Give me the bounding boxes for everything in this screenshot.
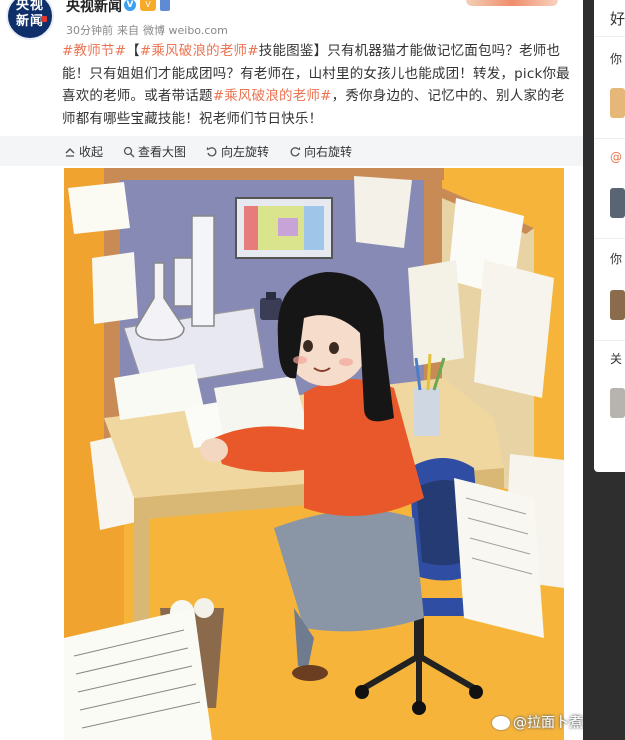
divider	[594, 138, 625, 139]
avatar[interactable]: 央视 新闻	[6, 0, 54, 40]
divider	[594, 340, 625, 341]
rotate-right-label: 向右旋转	[304, 145, 353, 159]
sidebar-thumb-3[interactable]	[610, 290, 625, 320]
watermark-text: @拉面卜煮蛋	[513, 715, 583, 731]
divider	[594, 36, 625, 37]
weibo-post-card: 央视 新闻 央视新闻 V V 30分钟前 来自 微博 weibo.com #教师节#【…	[0, 0, 583, 740]
bottle-badge-icon[interactable]	[160, 0, 170, 11]
post-header: 央视 新闻 央视新闻 V V 30分钟前 来自 微博 weibo.com	[0, 0, 583, 40]
sidebar-thumb-4[interactable]	[610, 388, 625, 418]
right-sidebar-panel: 好 你 @ 你 关	[594, 0, 625, 472]
sidebar-item-4[interactable]: 关	[610, 350, 622, 367]
image-toolbar: 收起 查看大图 向左旋转 向右旋转	[0, 136, 583, 166]
post-meta: 30分钟前 来自 微博 weibo.com	[66, 22, 232, 38]
weibo-logo-icon	[492, 716, 510, 730]
rotate-left-icon	[206, 146, 217, 156]
rotate-left-button[interactable]: 向左旋转	[206, 143, 269, 160]
avatar-logo-text: 央视 新闻	[15, 0, 44, 29]
collapse-button[interactable]: 收起	[64, 143, 103, 160]
view-large-label: 查看大图	[138, 145, 187, 159]
rotate-right-button[interactable]: 向右旋转	[289, 143, 352, 160]
member-badge-icon[interactable]: V	[140, 0, 156, 11]
sidebar-item-2[interactable]: @	[610, 150, 622, 164]
view-large-button[interactable]: 查看大图	[123, 143, 186, 160]
sidebar-thumb-1[interactable]	[610, 88, 625, 118]
divider	[594, 238, 625, 239]
sidebar-item-1[interactable]: 你	[610, 50, 622, 67]
sidebar-thumb-2[interactable]	[610, 188, 625, 218]
teacher-illustration	[64, 168, 564, 740]
sidebar-item-3[interactable]: 你	[610, 250, 622, 267]
post-time[interactable]: 30分钟前	[66, 24, 113, 37]
topic-link[interactable]: #乘风破浪的老师#	[140, 43, 259, 59]
post-from-label: 来自	[117, 24, 139, 37]
rotate-left-label: 向左旋转	[221, 145, 270, 159]
author-name[interactable]: 央视新闻	[66, 0, 122, 16]
collapse-icon	[65, 147, 75, 157]
sidebar-title: 好	[610, 10, 625, 28]
avatar-logo-mark	[41, 16, 47, 22]
verified-icon: V	[124, 0, 136, 11]
topic-link[interactable]: #乘风破浪的老师#	[213, 88, 332, 104]
image-watermark: @拉面卜煮蛋	[492, 712, 583, 732]
topic-link[interactable]: #教师节#	[62, 43, 126, 59]
magnifier-icon	[123, 146, 135, 157]
post-text: #教师节#【#乘风破浪的老师#技能图鉴】只有机器猫才能做记忆面包吗？老师也能！只…	[62, 40, 572, 130]
rotate-right-icon	[290, 146, 301, 156]
post-text-segment: 【	[126, 43, 140, 59]
post-source[interactable]: 微博 weibo.com	[143, 24, 228, 37]
collapse-label: 收起	[79, 145, 104, 159]
post-image[interactable]	[64, 168, 564, 740]
